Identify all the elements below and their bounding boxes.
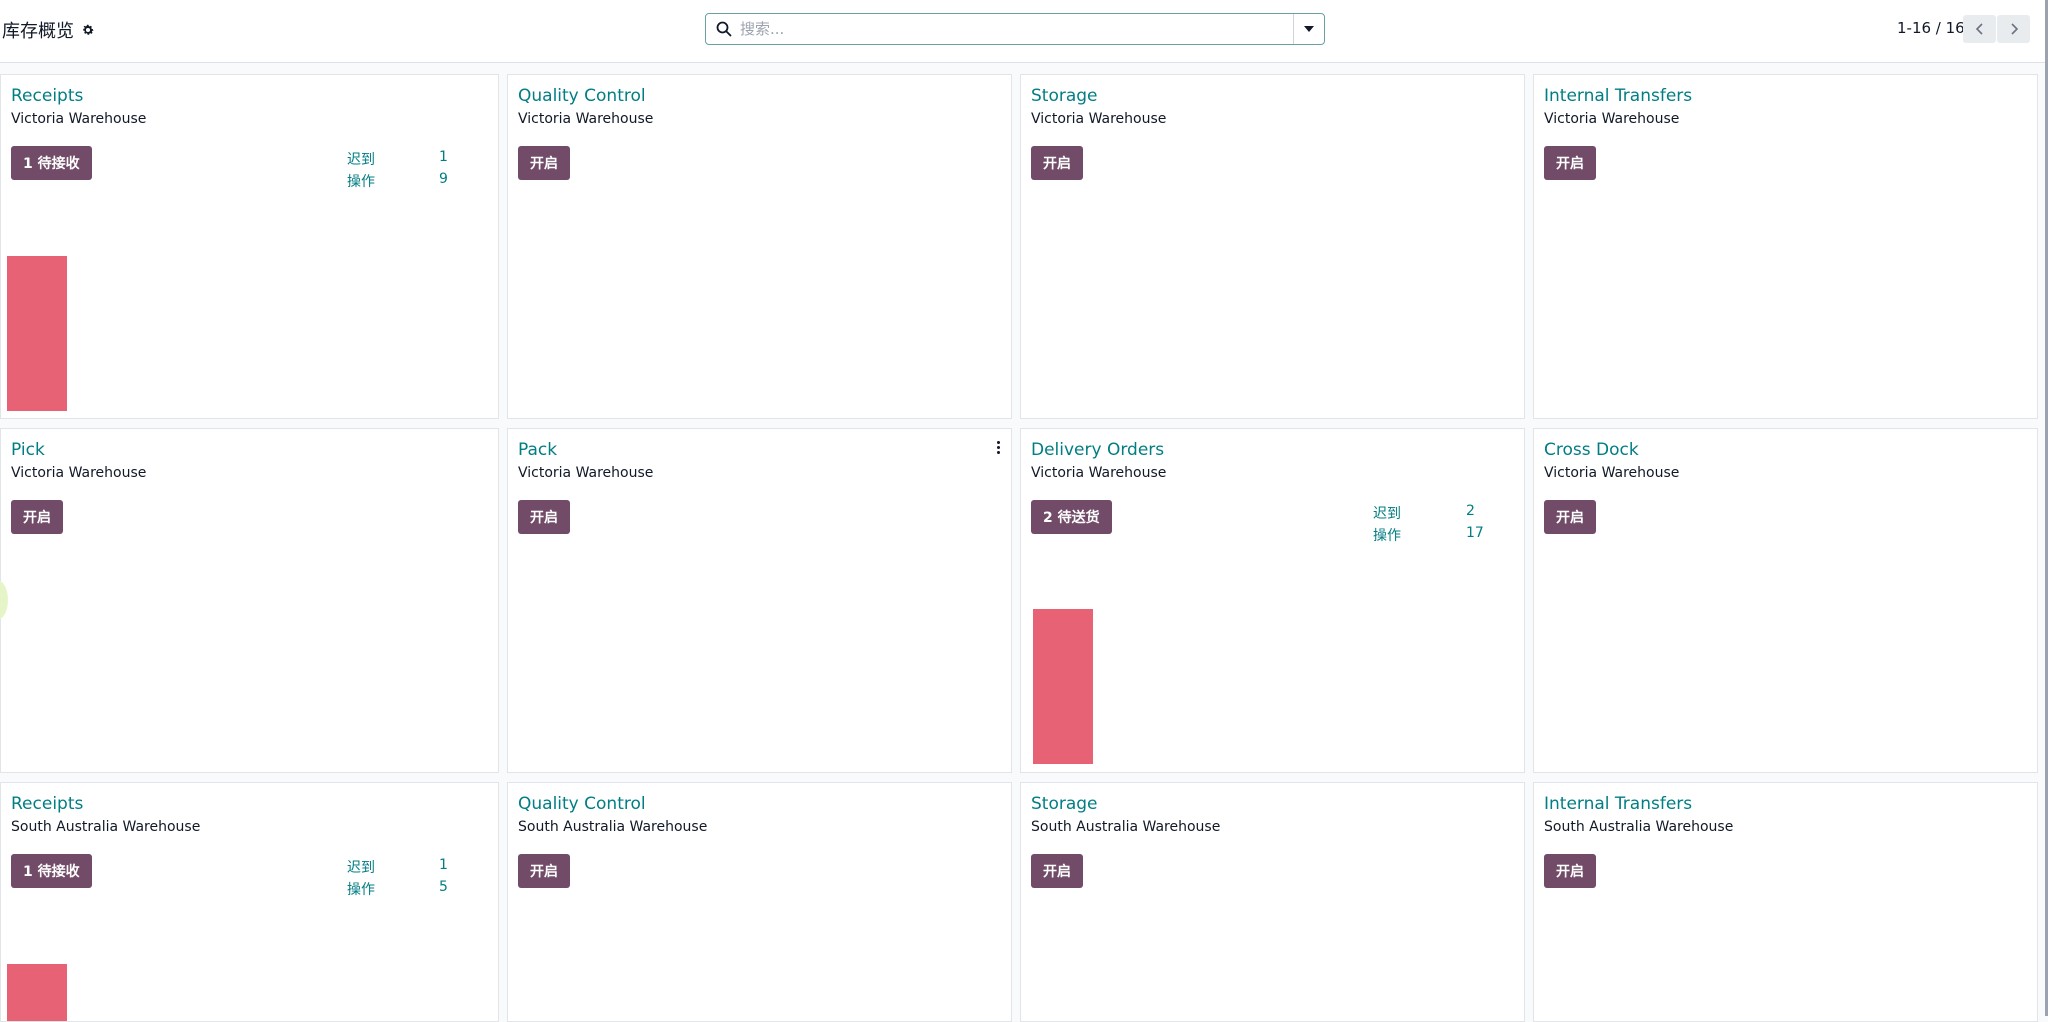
graph-bar[interactable] [1033, 609, 1093, 764]
card-warehouse: Victoria Warehouse [11, 111, 147, 127]
open-button[interactable]: 开启 [518, 500, 570, 534]
card-warehouse: Victoria Warehouse [1031, 465, 1167, 481]
late-count[interactable]: 1 [439, 857, 448, 873]
kebab-menu-icon[interactable] [997, 441, 1001, 455]
search-options-toggle[interactable] [1293, 14, 1324, 44]
card-warehouse: Victoria Warehouse [11, 465, 147, 481]
operations-label[interactable]: 操作 [1373, 525, 1401, 545]
late-count[interactable]: 1 [439, 149, 448, 165]
card-warehouse: Victoria Warehouse [518, 111, 654, 127]
to-process-button[interactable]: 1 待接收 [11, 854, 92, 888]
card-internal-transfers-victoria: Internal Transfers Victoria Warehouse 开启 [1533, 74, 2038, 419]
card-title[interactable]: Storage [1031, 86, 1098, 106]
card-title[interactable]: Pick [11, 440, 45, 460]
card-warehouse: Victoria Warehouse [1544, 465, 1680, 481]
late-count[interactable]: 2 [1466, 503, 1475, 519]
card-warehouse: South Australia Warehouse [11, 819, 201, 835]
card-storage-victoria: Storage Victoria Warehouse 开启 [1020, 74, 1525, 419]
to-process-button[interactable]: 1 待接收 [11, 146, 92, 180]
card-warehouse: Victoria Warehouse [1544, 111, 1680, 127]
operations-label[interactable]: 操作 [347, 879, 375, 899]
open-button[interactable]: 开启 [518, 146, 570, 180]
search-input[interactable] [740, 17, 1280, 41]
card-delivery-orders-victoria: Delivery Orders Victoria Warehouse 2 待送货… [1020, 428, 1525, 773]
pager-value[interactable]: 1-16 / 16 [1897, 19, 1965, 37]
gear-icon[interactable] [81, 23, 95, 37]
operations-label[interactable]: 操作 [347, 171, 375, 191]
graph-bar[interactable] [7, 256, 67, 411]
open-button[interactable]: 开启 [1031, 146, 1083, 180]
card-quality-control-south-australia: Quality Control South Australia Warehous… [507, 782, 1012, 1022]
pager-previous-button[interactable] [1963, 15, 1996, 43]
breadcrumb: 库存概览 [2, 17, 95, 43]
card-pick-victoria: Pick Victoria Warehouse 开启 [0, 428, 499, 773]
operations-count[interactable]: 17 [1466, 525, 1484, 541]
pager-next-button[interactable] [1997, 15, 2030, 43]
card-title[interactable]: Receipts [11, 794, 83, 814]
card-receipts-south-australia: Receipts South Australia Warehouse 1 待接收… [0, 782, 499, 1022]
card-internal-transfers-south-australia: Internal Transfers South Australia Wareh… [1533, 782, 2038, 1022]
late-label[interactable]: 迟到 [1373, 503, 1401, 523]
open-button[interactable]: 开启 [1031, 854, 1083, 888]
card-title[interactable]: Storage [1031, 794, 1098, 814]
chevron-left-icon [1975, 23, 1983, 35]
to-process-button[interactable]: 2 待送货 [1031, 500, 1112, 534]
graph-bar[interactable] [7, 964, 67, 1021]
card-warehouse: South Australia Warehouse [1544, 819, 1734, 835]
late-label[interactable]: 迟到 [347, 857, 375, 877]
card-title[interactable]: Pack [518, 440, 557, 460]
card-storage-south-australia: Storage South Australia Warehouse 开启 [1020, 782, 1525, 1022]
caret-down-icon [1304, 26, 1314, 32]
chevron-right-icon [2010, 23, 2018, 35]
card-title[interactable]: Delivery Orders [1031, 440, 1164, 460]
late-label[interactable]: 迟到 [347, 149, 375, 169]
card-warehouse: South Australia Warehouse [1031, 819, 1221, 835]
card-title[interactable]: Quality Control [518, 86, 646, 106]
card-warehouse: Victoria Warehouse [518, 465, 654, 481]
open-button[interactable]: 开启 [1544, 854, 1596, 888]
card-title[interactable]: Internal Transfers [1544, 794, 1692, 814]
card-pack-victoria: Pack Victoria Warehouse 开启 [507, 428, 1012, 773]
card-title[interactable]: Cross Dock [1544, 440, 1639, 460]
card-warehouse: South Australia Warehouse [518, 819, 708, 835]
open-button[interactable]: 开启 [518, 854, 570, 888]
page-title: 库存概览 [2, 21, 74, 42]
control-panel: 库存概览 1-16 / 16 [0, 0, 2048, 63]
open-button[interactable]: 开启 [1544, 146, 1596, 180]
card-cross-dock-victoria: Cross Dock Victoria Warehouse 开启 [1533, 428, 2038, 773]
open-button[interactable]: 开启 [1544, 500, 1596, 534]
operations-count[interactable]: 5 [439, 879, 448, 895]
operations-count[interactable]: 9 [439, 171, 448, 187]
card-title[interactable]: Internal Transfers [1544, 86, 1692, 106]
search-box[interactable] [705, 13, 1325, 45]
card-title[interactable]: Receipts [11, 86, 83, 106]
search-icon [716, 21, 732, 37]
card-warehouse: Victoria Warehouse [1031, 111, 1167, 127]
card-receipts-victoria: Receipts Victoria Warehouse 1 待接收 迟到 1 操… [0, 74, 499, 419]
open-button[interactable]: 开启 [11, 500, 63, 534]
card-title[interactable]: Quality Control [518, 794, 646, 814]
card-quality-control-victoria: Quality Control Victoria Warehouse 开启 [507, 74, 1012, 419]
